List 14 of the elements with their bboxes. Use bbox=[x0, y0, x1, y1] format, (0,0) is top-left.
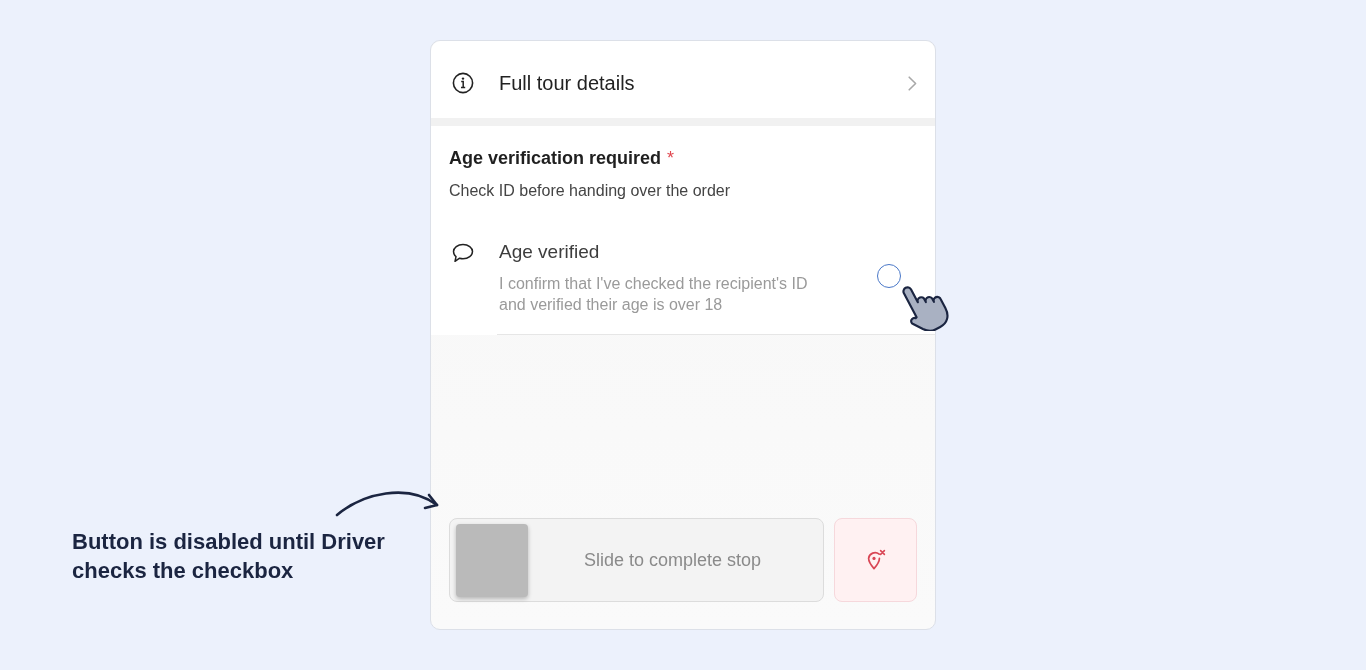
confirmation-description: I confirm that I've checked the recipient's ID and verified their age is over 18 bbox=[499, 274, 809, 315]
location-pin-x-icon bbox=[865, 549, 886, 571]
section-title: Age verification required bbox=[449, 148, 662, 168]
speech-bubble-icon bbox=[452, 243, 474, 263]
checkbox[interactable] bbox=[877, 264, 901, 288]
info-icon bbox=[452, 72, 474, 94]
section-subtitle: Check ID before handing over the order bbox=[449, 181, 732, 201]
chevron-right-icon bbox=[908, 75, 917, 91]
failed-stop-button[interactable] bbox=[834, 518, 917, 602]
pointing-hand-icon bbox=[902, 286, 949, 331]
confirmation-label: Age verified bbox=[499, 240, 601, 264]
tour-details-row[interactable]: Full tour details bbox=[431, 41, 935, 118]
required-asterisk: * bbox=[667, 148, 675, 168]
annotation-text: Button is disabled until Driver checks the checkbox bbox=[72, 528, 386, 585]
